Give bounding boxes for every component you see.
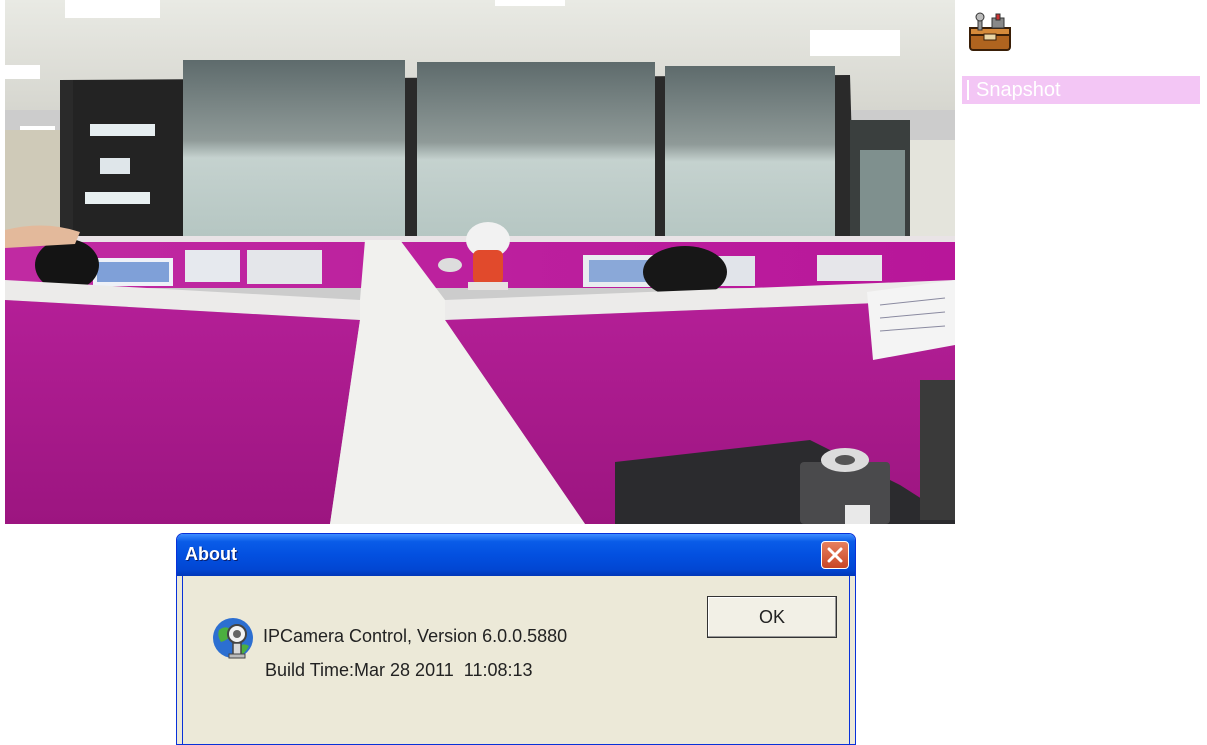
snapshot-bar-decoration xyxy=(967,80,969,100)
close-icon xyxy=(827,547,843,563)
dialog-body: IPCamera Control, Version 6.0.0.5880 Bui… xyxy=(182,576,850,744)
about-dialog: About IPCamera Control, Version 6.0.0.58… xyxy=(176,533,856,745)
camera-live-view[interactable] xyxy=(5,0,955,524)
toolbox-icon[interactable] xyxy=(966,12,1014,54)
dialog-title: About xyxy=(185,544,237,564)
build-time-text: Build Time:Mar 28 2011 11:08:13 xyxy=(265,660,533,680)
close-button[interactable] xyxy=(821,541,849,569)
dialog-title-bar[interactable]: About xyxy=(177,534,855,576)
snapshot-button[interactable]: Snapshot xyxy=(962,76,1200,104)
snapshot-label: Snapshot xyxy=(976,79,1061,101)
ok-button[interactable]: OK xyxy=(707,596,837,638)
version-text: IPCamera Control, Version 6.0.0.5880 xyxy=(263,626,568,646)
globe-camera-icon xyxy=(211,614,259,662)
